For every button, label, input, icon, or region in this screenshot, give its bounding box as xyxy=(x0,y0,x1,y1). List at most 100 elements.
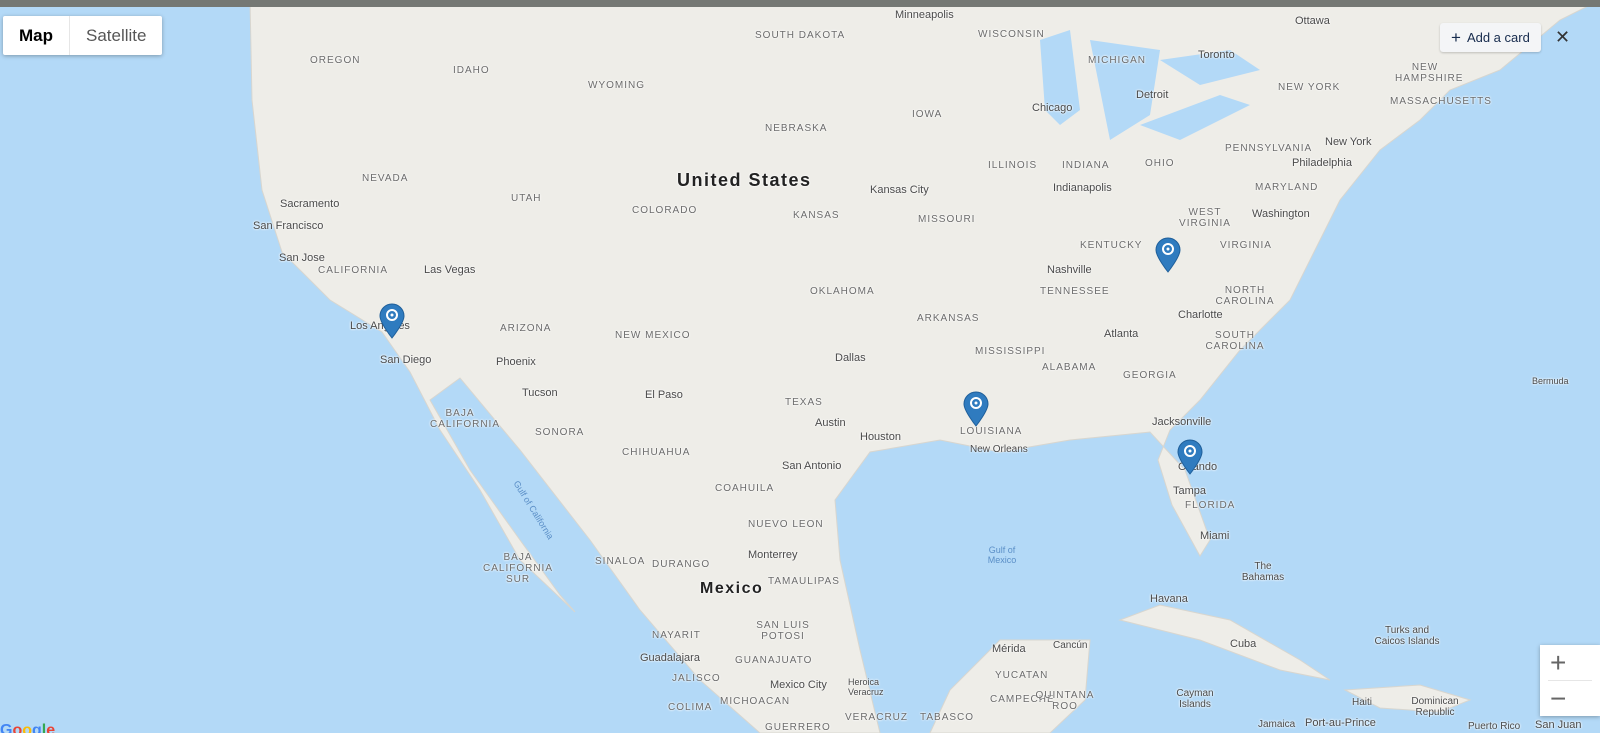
city-label: San Juan xyxy=(1535,719,1582,731)
plus-icon: + xyxy=(1451,27,1461,47)
state-label: VIRGINIA xyxy=(1220,240,1272,251)
state-label: MISSISSIPPI xyxy=(975,346,1046,357)
map-marker-pin-icon[interactable] xyxy=(963,391,989,427)
state-label: WYOMING xyxy=(588,80,645,91)
state-label: NAYARIT xyxy=(652,630,701,641)
close-icon[interactable]: ✕ xyxy=(1555,27,1570,48)
state-label: UTAH xyxy=(511,193,542,204)
country-label: Mexico xyxy=(700,580,764,597)
state-label: TENNESSEE xyxy=(1040,286,1110,297)
city-label: Houston xyxy=(860,431,901,443)
map-type-control: Map Satellite xyxy=(3,16,163,55)
state-label: TABASCO xyxy=(920,712,975,723)
state-label: MASSACHUSETTS xyxy=(1390,96,1492,107)
city-label: Puerto Rico xyxy=(1468,721,1521,732)
city-label: Mexico City xyxy=(770,679,827,691)
city-label: The Bahamas xyxy=(1241,561,1285,583)
city-label: Miami xyxy=(1200,530,1230,542)
zoom-in-button[interactable]: + xyxy=(1540,645,1600,680)
city-label: Toronto xyxy=(1198,49,1235,61)
city-label: Atlanta xyxy=(1104,328,1139,340)
state-label: ARIZONA xyxy=(500,323,552,334)
city-label: New York xyxy=(1325,136,1372,148)
state-label: NEW MEXICO xyxy=(615,330,691,341)
state-label: SOUTH DAKOTA xyxy=(755,30,846,41)
state-label: NEVADA xyxy=(362,173,409,184)
city-label: Kansas City xyxy=(870,184,929,196)
state-label: NEW HAMPSHIRE xyxy=(1395,62,1464,84)
city-label: Guadalajara xyxy=(640,652,700,664)
map-canvas[interactable]: United States Mexico OREGON IDAHO WYOMIN… xyxy=(0,0,1600,733)
add-card-label: Add a card xyxy=(1466,30,1530,45)
state-label: BAJA CALIFORNIA xyxy=(430,408,501,430)
state-label: NORTH CAROLINA xyxy=(1215,285,1275,307)
state-label: OKLAHOMA xyxy=(810,286,875,297)
city-label: Port-au-Prince xyxy=(1305,717,1376,729)
google-logo: Google xyxy=(0,722,56,733)
city-label: Bermuda xyxy=(1532,376,1569,386)
state-label: COAHUILA xyxy=(715,483,775,494)
state-label: COLIMA xyxy=(668,702,713,713)
city-label: Indianapolis xyxy=(1053,182,1112,194)
city-label: Detroit xyxy=(1136,89,1169,101)
state-label: LOUISIANA xyxy=(960,426,1023,437)
state-label: SONORA xyxy=(535,427,585,438)
city-label: Mérida xyxy=(992,643,1026,655)
state-label: QUINTANA ROO xyxy=(1035,690,1095,712)
state-label: INDIANA xyxy=(1062,160,1110,171)
zoom-control: + − xyxy=(1540,645,1600,716)
top-bar xyxy=(0,0,1600,7)
map-type-map-button[interactable]: Map xyxy=(3,16,70,55)
state-label: MICHIGAN xyxy=(1088,55,1146,66)
state-label: GUANAJUATO xyxy=(735,655,813,666)
state-label: GUERRERO xyxy=(765,722,831,733)
city-label: Philadelphia xyxy=(1292,157,1352,169)
state-label: FLORIDA xyxy=(1185,500,1236,511)
state-label: IOWA xyxy=(912,109,943,120)
city-label: Tucson xyxy=(522,387,558,399)
map-marker-pin-icon[interactable] xyxy=(1155,237,1181,273)
state-label: OREGON xyxy=(310,55,361,66)
state-label: DURANGO xyxy=(652,559,711,570)
state-label: MISSOURI xyxy=(918,214,976,225)
city-label: Monterrey xyxy=(748,549,798,561)
state-label: COLORADO xyxy=(632,205,698,216)
city-label: Charlotte xyxy=(1178,309,1223,321)
city-label: Phoenix xyxy=(496,356,536,368)
city-label: San Diego xyxy=(380,354,432,366)
city-label: Las Vegas xyxy=(424,264,476,276)
state-label: JALISCO xyxy=(672,673,721,684)
map-marker-pin-icon[interactable] xyxy=(1177,439,1203,475)
state-label: VERACRUZ xyxy=(845,712,909,723)
city-label: Heroica Veracruz xyxy=(848,677,884,697)
state-label: NUEVO LEON xyxy=(748,519,824,530)
zoom-out-button[interactable]: − xyxy=(1540,681,1600,716)
state-label: GEORGIA xyxy=(1123,370,1177,381)
state-label: PENNSYLVANIA xyxy=(1225,143,1313,154)
state-label: TEXAS xyxy=(785,397,823,408)
state-label: SOUTH CAROLINA xyxy=(1205,330,1265,352)
city-label: Jacksonville xyxy=(1152,416,1212,428)
state-label: BAJA CALIFORNIA SUR xyxy=(482,552,553,585)
city-label: San Francisco xyxy=(253,220,324,232)
city-label: Dominican Republic xyxy=(1411,696,1459,718)
water-label: Gulf of Mexico xyxy=(987,545,1017,565)
city-label: El Paso xyxy=(645,389,683,401)
state-label: ILLINOIS xyxy=(988,160,1038,171)
state-label: MARYLAND xyxy=(1255,182,1319,193)
city-label: Austin xyxy=(815,417,846,429)
state-label: KENTUCKY xyxy=(1080,240,1143,251)
map-type-satellite-button[interactable]: Satellite xyxy=(70,16,162,55)
city-label: Tampa xyxy=(1173,485,1207,497)
state-label: TAMAULIPAS xyxy=(768,576,840,587)
city-label: Cuba xyxy=(1230,638,1257,650)
map-marker-pin-icon[interactable] xyxy=(379,303,405,339)
state-label: YUCATAN xyxy=(995,670,1049,681)
city-label: Haiti xyxy=(1352,697,1373,708)
city-label: Chicago xyxy=(1032,102,1073,114)
city-label: Sacramento xyxy=(280,198,340,210)
state-label: CHIHUAHUA xyxy=(622,447,691,458)
state-label: MICHOACAN xyxy=(720,696,791,707)
add-card-button[interactable]: + Add a card xyxy=(1440,23,1541,52)
state-label: ARKANSAS xyxy=(917,313,980,324)
